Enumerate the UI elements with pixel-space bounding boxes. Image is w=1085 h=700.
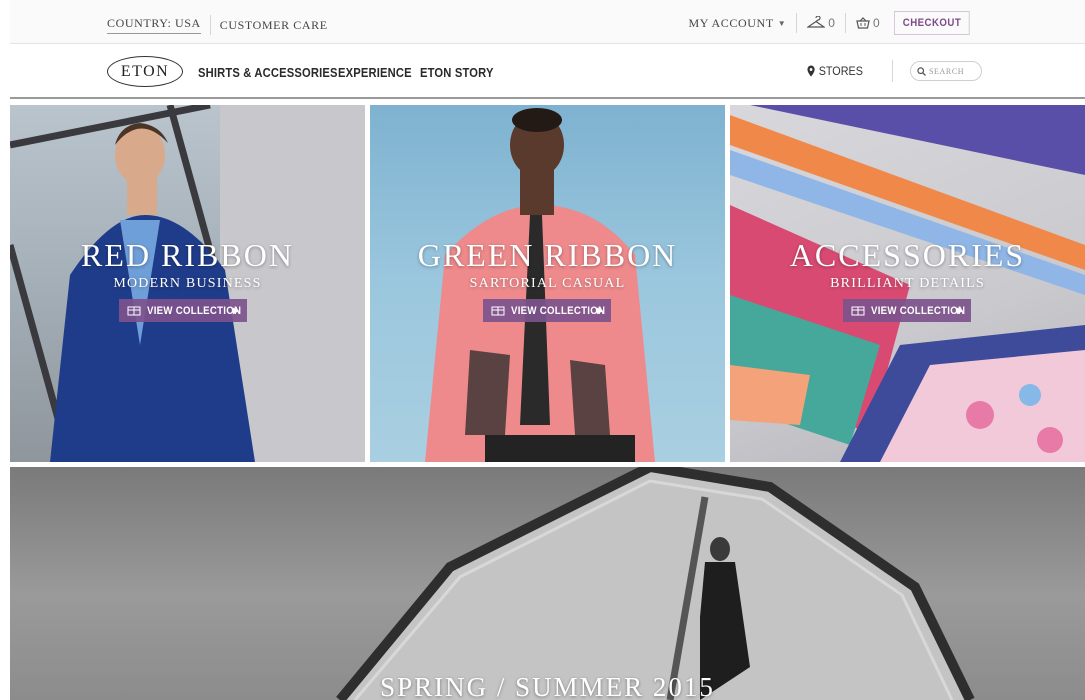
customer-care-link[interactable]: CUSTOMER CARE: [220, 18, 328, 33]
shirt-icon: [491, 306, 505, 315]
checkout-button[interactable]: CHECKOUT: [893, 11, 970, 35]
wishlist-button[interactable]: 0: [807, 16, 835, 30]
country-selector[interactable]: COUNTRY: USA: [107, 16, 201, 34]
nav-links: SHIRTS & ACCESSORIES EXPERIENCE ETON STO…: [198, 65, 493, 80]
panel-title: GREEN RIBBON: [417, 237, 678, 273]
hero-banner[interactable]: SPRING / SUMMER 2015: [10, 467, 1085, 700]
eton-logo[interactable]: ETON: [107, 56, 183, 87]
view-collection-label: VIEW COLLECTION: [147, 304, 242, 317]
main-nav: ETON SHIRTS & ACCESSORIES EXPERIENCE ETO…: [10, 45, 1085, 99]
view-collection-button[interactable]: VIEW COLLECTION ▶: [119, 299, 248, 322]
panel-subtitle: SARTORIAL CASUAL: [469, 276, 626, 291]
search-icon: [917, 66, 926, 76]
divider: [892, 60, 893, 82]
search-box[interactable]: [910, 61, 982, 81]
divider: [844, 13, 846, 33]
wishlist-count: 0: [828, 16, 835, 30]
divider: [209, 15, 211, 35]
stores-label: STORES: [818, 64, 863, 78]
search-input[interactable]: [929, 66, 979, 76]
stores-link[interactable]: STORES: [807, 64, 863, 78]
shirt-icon: [127, 306, 141, 315]
basket-count: 0: [872, 16, 880, 30]
my-account-label: MY ACCOUNT: [688, 15, 774, 30]
panel-subtitle: BRILLIANT DETAILS: [830, 276, 985, 291]
collection-panels: RED RIBBON MODERN BUSINESS VIEW COLLECTI…: [10, 105, 1085, 462]
hanger-icon: [807, 16, 826, 28]
hero-image: [336, 467, 975, 700]
nav-eton-story[interactable]: ETON STORY: [420, 65, 493, 80]
panel-title: ACCESSORIES: [789, 237, 1026, 273]
nav-experience[interactable]: EXPERIENCE: [338, 65, 412, 80]
utility-left: COUNTRY: USA CUSTOMER CARE: [107, 15, 328, 35]
nav-shirts-accessories[interactable]: SHIRTS & ACCESSORIES: [198, 65, 338, 80]
view-collection-label: VIEW COLLECTION: [511, 304, 606, 317]
view-collection-button[interactable]: VIEW COLLECTION ▶: [483, 299, 612, 322]
location-pin-icon: [807, 65, 815, 77]
panel-red-ribbon[interactable]: RED RIBBON MODERN BUSINESS VIEW COLLECTI…: [10, 105, 365, 462]
utility-right: MY ACCOUNT ▼ 0 0 CHECKOUT: [689, 11, 980, 35]
panel-title: RED RIBBON: [81, 237, 294, 273]
shirt-icon: [851, 306, 865, 315]
view-collection-label: VIEW COLLECTION: [871, 304, 966, 317]
my-account-menu[interactable]: MY ACCOUNT ▼: [689, 16, 787, 31]
divider: [796, 13, 798, 33]
hero-title: SPRING / SUMMER 2015: [380, 672, 715, 700]
panel-accessories[interactable]: ACCESSORIES BRILLIANT DETAILS VIEW COLLE…: [730, 105, 1085, 462]
basket-button[interactable]: 0: [856, 16, 880, 30]
panel-subtitle: MODERN BUSINESS: [113, 276, 262, 291]
panel-green-ribbon[interactable]: GREEN RIBBON SARTORIAL CASUAL VIEW COLLE…: [370, 105, 725, 462]
caret-down-icon: ▼: [777, 18, 787, 28]
basket-icon: [856, 17, 870, 29]
view-collection-button[interactable]: VIEW COLLECTION ▶: [843, 299, 972, 322]
utility-bar: COUNTRY: USA CUSTOMER CARE MY ACCOUNT ▼ …: [10, 0, 1085, 44]
